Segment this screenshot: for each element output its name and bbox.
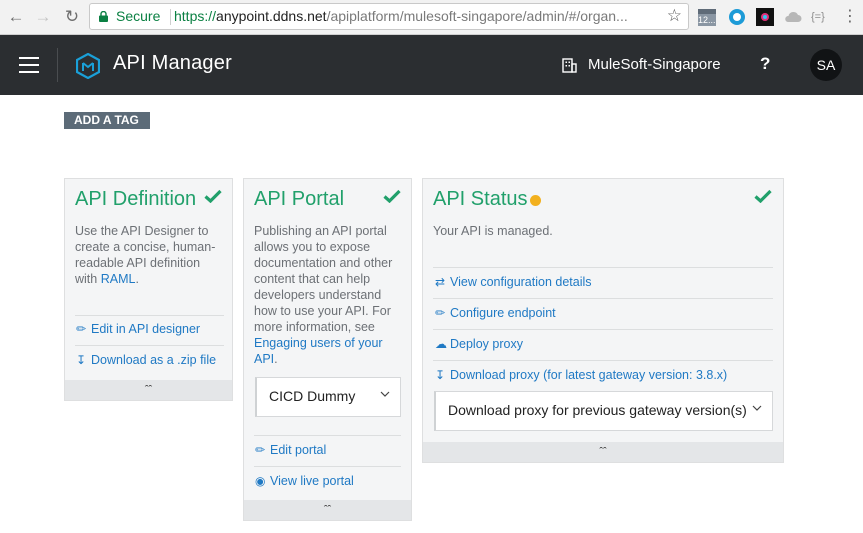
header-divider (57, 48, 58, 82)
url-host: anypoint.ddns.net (216, 8, 327, 24)
collapse-status-toggle[interactable]: ˆˆ (423, 442, 783, 462)
view-live-portal-label: View live portal (270, 474, 354, 488)
calendar-badge: 12... (698, 15, 716, 25)
configure-endpoint-link[interactable]: ✏ Configure endpoint (435, 306, 556, 320)
divider (433, 329, 773, 330)
edit-in-api-designer-label: Edit in API designer (91, 322, 201, 336)
previous-gateway-select[interactable]: Download proxy for previous gateway vers… (434, 391, 773, 431)
check-icon (383, 189, 401, 203)
portal-select-value: CICD Dummy (269, 388, 356, 404)
forward-arrow-icon[interactable]: → (32, 6, 54, 28)
api-portal-description: Publishing an API portal allows you to e… (254, 223, 404, 367)
organization-building-icon[interactable] (561, 57, 577, 73)
pencil-icon: ✏ (435, 306, 446, 320)
edit-in-api-designer-link[interactable]: ✏ Edit in API designer (76, 322, 200, 336)
api-definition-description: Use the API Designer to create a concise… (75, 223, 225, 287)
url-path: /apiplatform/mulesoft-singapore/admin/#/… (326, 8, 628, 24)
view-live-portal-link[interactable]: ◉ View live portal (255, 474, 354, 488)
download-proxy-label: Download proxy (for latest gateway versi… (450, 368, 728, 382)
api-status-description: Your API is managed. (433, 224, 553, 238)
divider (75, 315, 224, 316)
api-portal-card: API Portal Publishing an API portal allo… (243, 178, 412, 521)
previous-gateway-select-value: Download proxy for previous gateway vers… (448, 402, 747, 418)
add-tag-button[interactable]: ADD A TAG (64, 112, 150, 129)
api-status-card: API Status Your API is managed. ⇄ View co… (422, 178, 784, 463)
chevron-down-icon (752, 405, 762, 411)
raml-link[interactable]: RAML (101, 272, 136, 286)
divider (433, 267, 773, 268)
omnibox-separator (170, 9, 171, 25)
check-icon (754, 189, 772, 203)
download-zip-link[interactable]: ↧ Download as a .zip file (76, 353, 216, 367)
download-proxy-link[interactable]: ↧ Download proxy (for latest gateway vers… (435, 368, 727, 382)
eye-icon: ◉ (255, 474, 266, 488)
app-header: API Manager MuleSoft-Singapore ? SA (0, 35, 863, 95)
color-extension-icon[interactable] (755, 7, 775, 27)
view-configuration-link[interactable]: ⇄ View configuration details (435, 275, 592, 289)
json-extension-icon[interactable]: {=} (811, 7, 831, 27)
divider (433, 298, 773, 299)
browser-toolbar: ← → ↻ Secure https://anypoint.ddns.net/a… (0, 0, 863, 35)
configure-endpoint-label: Configure endpoint (450, 306, 556, 320)
pencil-icon: ✏ (76, 322, 87, 336)
cloud-icon: ☁ (435, 337, 447, 351)
portal-select[interactable]: CICD Dummy (255, 377, 401, 417)
api-definition-card: API Definition Use the API Designer to c… (64, 178, 233, 401)
bookmark-star-icon[interactable]: ☆ (667, 6, 682, 26)
circle-extension-icon[interactable] (727, 7, 747, 27)
deploy-proxy-label: Deploy proxy (450, 337, 523, 351)
api-portal-desc-end: . (274, 352, 278, 366)
secure-label: Secure (116, 8, 161, 24)
api-status-title: API Status (433, 188, 528, 210)
exchange-arrows-icon: ⇄ (435, 275, 446, 289)
view-configuration-label: View configuration details (450, 275, 592, 289)
chevron-down-icon (380, 391, 390, 397)
hamburger-menu-icon[interactable] (19, 57, 39, 78)
organization-name[interactable]: MuleSoft-Singapore (588, 56, 721, 73)
browser-menu-icon[interactable]: ⋮ (840, 7, 860, 27)
divider (254, 435, 401, 436)
check-icon (204, 189, 222, 203)
api-portal-desc-text: Publishing an API portal allows you to e… (254, 224, 393, 334)
reload-icon[interactable]: ↻ (61, 6, 83, 28)
url-text[interactable]: https://anypoint.ddns.net/apiplatform/mu… (174, 8, 628, 24)
pencil-icon: ✏ (255, 443, 266, 457)
cloud-extension-icon[interactable] (783, 7, 803, 27)
back-arrow-icon[interactable]: ← (5, 6, 27, 28)
download-icon: ↧ (435, 368, 446, 382)
collapse-portal-toggle[interactable]: ˆˆ (244, 500, 411, 520)
app-title: API Manager (113, 52, 232, 74)
double-chevron-up-icon: ˆˆ (323, 504, 332, 516)
api-manager-logo-icon (76, 53, 100, 79)
api-portal-title: API Portal (254, 188, 345, 210)
download-zip-label: Download as a .zip file (91, 353, 217, 367)
collapse-definition-toggle[interactable]: ˆˆ (65, 380, 232, 400)
edit-portal-link[interactable]: ✏ Edit portal (255, 443, 326, 457)
url-scheme: https:// (174, 8, 217, 24)
divider (254, 466, 401, 467)
download-tray-icon: ↧ (76, 353, 87, 367)
help-icon[interactable]: ? (760, 54, 770, 74)
divider (75, 345, 224, 346)
edit-portal-label: Edit portal (270, 443, 327, 457)
address-bar[interactable]: Secure https://anypoint.ddns.net/apiplat… (89, 3, 689, 30)
user-avatar[interactable]: SA (810, 49, 842, 81)
api-definition-title: API Definition (75, 188, 197, 210)
status-dot-icon (530, 195, 541, 206)
divider (433, 360, 773, 361)
double-chevron-up-icon: ˆˆ (144, 384, 153, 396)
deploy-proxy-link[interactable]: ☁ Deploy proxy (435, 337, 523, 351)
lock-icon (99, 11, 108, 22)
double-chevron-up-icon: ˆˆ (599, 446, 607, 458)
calendar-extension-icon[interactable]: 12... (697, 7, 717, 27)
api-definition-desc-text: Use the API Designer to create a concise… (75, 224, 216, 286)
api-definition-desc-end: . (135, 272, 139, 286)
